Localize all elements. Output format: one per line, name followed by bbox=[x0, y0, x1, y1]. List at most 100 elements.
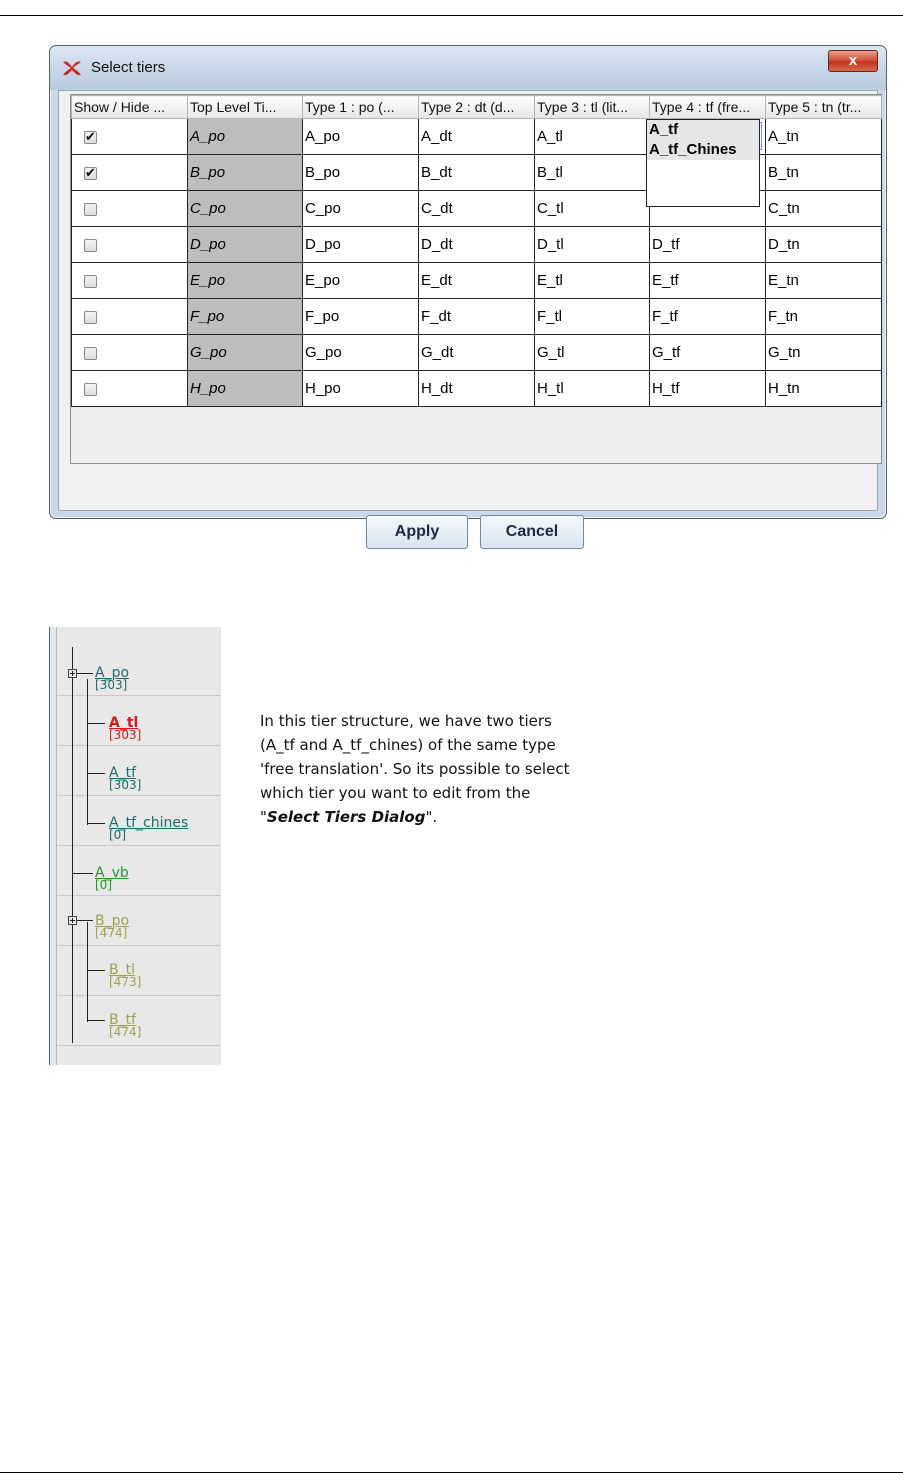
table-row[interactable]: D_po D_po D_dt D_tl D_tf D_tn bbox=[71, 226, 882, 263]
type-3-cell[interactable]: G_tl bbox=[534, 334, 650, 371]
tree-node-b-tl[interactable]: B_tl [473] bbox=[109, 963, 141, 988]
type-3-cell[interactable]: A_tl bbox=[534, 118, 650, 155]
type-1-cell[interactable]: F_po bbox=[302, 298, 419, 335]
type-3-cell[interactable]: D_tl bbox=[534, 226, 650, 263]
show-hide-checkbox[interactable] bbox=[84, 346, 97, 360]
tiers-table-container[interactable]: Show / Hide ... Top Level Ti... Type 1 :… bbox=[70, 94, 882, 464]
explanation-paragraph: In this tier structure, we have two tier… bbox=[260, 709, 590, 829]
dialog-title: Select tiers bbox=[91, 59, 166, 76]
show-hide-cell[interactable] bbox=[71, 298, 188, 335]
table-row[interactable]: H_po H_po H_dt H_tl H_tf H_tn bbox=[71, 370, 882, 407]
annotation-count: [303] bbox=[109, 728, 142, 742]
type-2-cell[interactable]: G_dt bbox=[418, 334, 535, 371]
tree-connector bbox=[87, 723, 105, 724]
type-3-cell[interactable]: C_tl bbox=[534, 190, 650, 227]
apply-button[interactable]: Apply bbox=[366, 515, 468, 549]
type-1-cell[interactable]: A_po bbox=[302, 118, 419, 155]
show-hide-checkbox[interactable] bbox=[84, 238, 97, 252]
table-row[interactable]: G_po G_po G_dt G_tl G_tf G_tn bbox=[71, 334, 882, 371]
column-header-type-5[interactable]: Type 5 : tn (tr... bbox=[765, 95, 882, 119]
type-5-cell[interactable]: G_tn bbox=[765, 334, 882, 371]
type-5-cell[interactable]: C_tn bbox=[765, 190, 882, 227]
dialog-titlebar[interactable]: Select tiers x bbox=[50, 46, 886, 90]
tree-node-b-po[interactable]: B_po [474] bbox=[95, 914, 129, 940]
type-1-cell[interactable]: H_po bbox=[302, 370, 419, 407]
show-hide-cell[interactable] bbox=[71, 190, 188, 227]
table-row[interactable]: B_poB_poB_dtB_tlB_tn bbox=[71, 154, 882, 191]
type-3-cell[interactable]: F_tl bbox=[534, 298, 650, 335]
type-3-cell[interactable]: E_tl bbox=[534, 262, 650, 299]
dropdown-option[interactable]: A_tf_Chines bbox=[647, 140, 759, 160]
show-hide-checkbox[interactable] bbox=[84, 129, 97, 145]
show-hide-checkbox[interactable] bbox=[84, 274, 97, 288]
type-2-cell[interactable]: E_dt bbox=[418, 262, 535, 299]
column-header-type-2[interactable]: Type 2 : dt (d... bbox=[418, 95, 535, 119]
column-header-type-3[interactable]: Type 3 : tl (lit... bbox=[534, 95, 650, 119]
annotation-count: [474] bbox=[95, 926, 128, 940]
table-header-row: Show / Hide ... Top Level Ti... Type 1 :… bbox=[71, 95, 882, 119]
tier-tree-panel: A_po [303] A_tl [303] A_tf [303] A_tf_chines [0… bbox=[49, 627, 221, 1065]
expand-toggle-icon[interactable] bbox=[68, 916, 77, 925]
show-hide-cell[interactable] bbox=[71, 334, 188, 371]
table-row[interactable]: C_po C_po C_dt C_tl C_tn bbox=[71, 190, 882, 227]
show-hide-cell[interactable] bbox=[71, 118, 188, 155]
type-5-cell[interactable]: A_tn bbox=[765, 118, 882, 155]
type-4-cell[interactable]: G_tf bbox=[649, 334, 766, 371]
tier-dropdown-popup: A_tf A_tf_Chines bbox=[646, 119, 760, 207]
table-row[interactable]: E_po E_po E_dt E_tl E_tf E_tn bbox=[71, 262, 882, 299]
type-4-cell[interactable]: H_tf bbox=[649, 370, 766, 407]
top-level-tier-cell: D_po bbox=[187, 226, 303, 263]
show-hide-cell[interactable] bbox=[71, 154, 188, 191]
dropdown-option[interactable]: A_tf bbox=[647, 120, 759, 140]
type-2-cell[interactable]: D_dt bbox=[418, 226, 535, 263]
column-header-show-hide[interactable]: Show / Hide ... bbox=[71, 95, 188, 119]
type-3-cell[interactable]: H_tl bbox=[534, 370, 650, 407]
type-5-cell[interactable]: H_tn bbox=[765, 370, 882, 407]
top-page-rule bbox=[0, 15, 903, 16]
show-hide-cell[interactable] bbox=[71, 370, 188, 407]
tree-node-a-tf[interactable]: A_tf [303] bbox=[109, 766, 141, 791]
type-5-cell[interactable]: E_tn bbox=[765, 262, 882, 299]
type-1-cell[interactable]: E_po bbox=[302, 262, 419, 299]
tree-node-a-tl[interactable]: A_tl [303] bbox=[109, 716, 142, 742]
tree-left-border bbox=[49, 627, 50, 1065]
tree-node-a-po[interactable]: A_po [303] bbox=[95, 666, 129, 692]
type-2-cell[interactable]: H_dt bbox=[418, 370, 535, 407]
tree-node-a-tf-chines[interactable]: A_tf_chines [0] bbox=[109, 816, 188, 841]
tree-left-border-inner bbox=[56, 627, 57, 1065]
type-2-cell[interactable]: C_dt bbox=[418, 190, 535, 227]
show-hide-checkbox[interactable] bbox=[84, 382, 97, 396]
type-4-cell[interactable]: F_tf bbox=[649, 298, 766, 335]
expand-toggle-icon[interactable] bbox=[68, 669, 77, 678]
column-header-type-4[interactable]: Type 4 : tf (fre... bbox=[649, 95, 766, 119]
table-row[interactable]: F_po F_po F_dt F_tl F_tf F_tn bbox=[71, 298, 882, 335]
type-2-cell[interactable]: A_dt bbox=[418, 118, 535, 155]
show-hide-checkbox[interactable] bbox=[84, 202, 97, 216]
show-hide-cell[interactable] bbox=[71, 262, 188, 299]
type-1-cell[interactable]: B_po bbox=[302, 154, 419, 191]
tree-node-a-vb[interactable]: A_vb [0] bbox=[95, 866, 129, 891]
top-level-tier-cell: E_po bbox=[187, 262, 303, 299]
column-header-type-1[interactable]: Type 1 : po (... bbox=[302, 95, 419, 119]
type-2-cell[interactable]: F_dt bbox=[418, 298, 535, 335]
type-3-cell[interactable]: B_tl bbox=[534, 154, 650, 191]
type-2-cell[interactable]: B_dt bbox=[418, 154, 535, 191]
show-hide-checkbox[interactable] bbox=[84, 310, 97, 324]
type-4-cell[interactable]: D_tf bbox=[649, 226, 766, 263]
type-1-cell[interactable]: D_po bbox=[302, 226, 419, 263]
type-5-cell[interactable]: F_tn bbox=[765, 298, 882, 335]
cancel-button[interactable]: Cancel bbox=[480, 515, 584, 549]
type-5-cell[interactable]: D_tn bbox=[765, 226, 882, 263]
tree-branch-line-b bbox=[87, 922, 88, 1022]
show-hide-cell[interactable] bbox=[71, 226, 188, 263]
close-button[interactable]: x bbox=[828, 50, 878, 72]
column-header-top-level[interactable]: Top Level Ti... bbox=[187, 95, 303, 119]
table-row[interactable]: A_poA_poA_dtA_tlA_tn bbox=[71, 118, 882, 155]
show-hide-checkbox[interactable] bbox=[84, 165, 97, 181]
tree-node-b-tf[interactable]: B_tf [474] bbox=[109, 1013, 141, 1038]
type-1-cell[interactable]: G_po bbox=[302, 334, 419, 371]
type-1-cell[interactable]: C_po bbox=[302, 190, 419, 227]
type-4-cell[interactable]: E_tf bbox=[649, 262, 766, 299]
type-5-cell[interactable]: B_tn bbox=[765, 154, 882, 191]
annotation-count: [303] bbox=[95, 678, 128, 692]
